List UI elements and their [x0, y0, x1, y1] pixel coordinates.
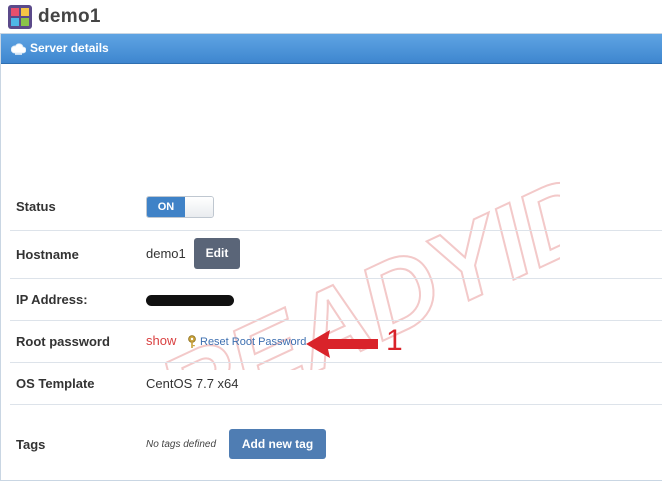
reset-root-password-link[interactable]: Reset Root Password: [200, 336, 306, 348]
tags-row: Tags No tags defined Add new tag: [10, 404, 662, 480]
status-toggle-on: ON: [147, 197, 185, 217]
status-toggle-knob: [185, 197, 213, 217]
show-password-link[interactable]: show: [146, 333, 176, 348]
tags-label: Tags: [16, 437, 46, 452]
hostname-label: Hostname: [16, 247, 79, 262]
status-toggle[interactable]: ON: [146, 196, 214, 218]
hostname-value: demo1: [146, 246, 186, 261]
os-template-row: OS Template CentOS 7.7 x64: [10, 362, 662, 405]
page-header: demo1: [0, 0, 662, 33]
annotation-arrow-icon: [306, 330, 378, 358]
add-new-tag-button[interactable]: Add new tag: [229, 429, 326, 459]
edit-hostname-button[interactable]: Edit: [194, 238, 240, 269]
ip-redacted-value: [146, 295, 234, 306]
cloud-icon: [11, 43, 26, 55]
page-title: demo1: [38, 6, 101, 27]
os-template-value: CentOS 7.7 x64: [146, 376, 239, 391]
annotation-number: 1: [386, 324, 403, 357]
no-tags-text: No tags defined: [146, 439, 217, 450]
hostname-row: Hostname demo1 Edit: [10, 230, 662, 279]
os-template-label: OS Template: [16, 376, 95, 391]
status-label: Status: [16, 199, 56, 214]
panel-title-bar: Server details: [1, 34, 662, 64]
root-password-label: Root password: [16, 334, 110, 349]
status-row: Status ON: [10, 186, 662, 231]
server-logo-icon: [8, 5, 32, 29]
key-icon: [188, 335, 196, 348]
panel-title: Server details: [30, 41, 109, 55]
ip-label: IP Address:: [16, 292, 88, 307]
ip-row: IP Address:: [10, 278, 662, 321]
